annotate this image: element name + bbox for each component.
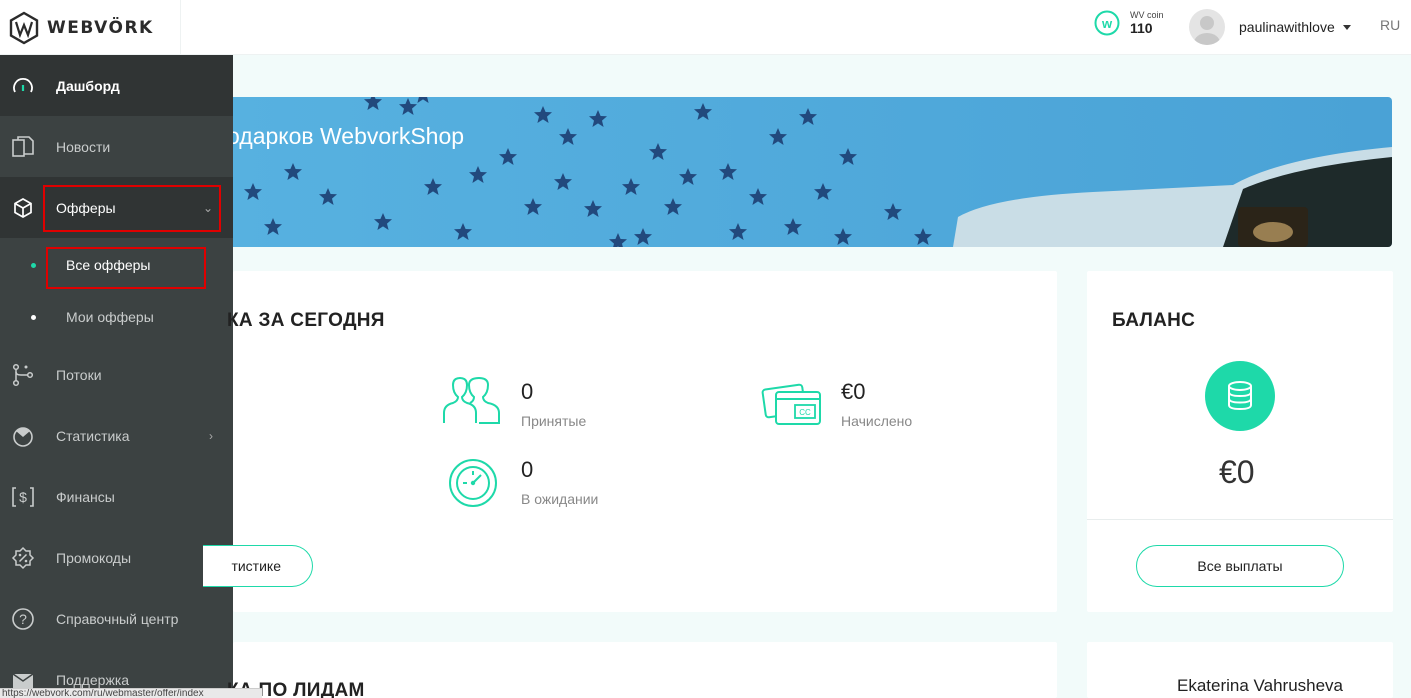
chevron-right-icon: › — [209, 428, 213, 443]
percent-icon — [11, 546, 35, 569]
sidebar-item-label: Справочный центр — [56, 610, 179, 627]
accepted-value: 0 — [521, 379, 534, 404]
sidebar-item-label: Новости — [56, 138, 111, 155]
highlight-box-all-offers — [46, 247, 206, 289]
sidebar-item-news[interactable]: Новости — [0, 116, 233, 177]
users-icon — [443, 377, 500, 424]
sidebar-item-statistics[interactable]: Статистика › — [0, 405, 233, 466]
sidebar-item-label: Потоки — [56, 366, 102, 383]
caret-down-icon[interactable] — [1342, 24, 1351, 30]
top-header: WEBVÖRK w WV coin 110 paulinawithlove RU — [0, 0, 1411, 55]
user-menu[interactable]: paulinawithlove — [1189, 9, 1351, 45]
webvork-logo-icon — [9, 11, 39, 44]
sidebar-item-finance[interactable]: $ Финансы — [0, 466, 233, 527]
link-status-bar: https://webvork.com/ru/webmaster/offer/i… — [0, 688, 262, 698]
avatar[interactable] — [1189, 9, 1225, 45]
coin-label: WV coin — [1130, 10, 1164, 20]
sidebar-item-label: Финансы — [56, 488, 115, 505]
balance-amount: €0 — [1219, 454, 1255, 490]
coin-value: 110 — [1130, 20, 1153, 36]
statistics-button[interactable]: тистике — [203, 545, 313, 587]
balance-divider — [1087, 519, 1393, 520]
svg-text:w: w — [1101, 16, 1113, 31]
brand-name: WEBVÖRK — [47, 17, 154, 38]
sidebar-subitem-my-offers[interactable]: Мои офферы — [0, 291, 233, 343]
flow-icon — [12, 363, 34, 386]
balance-card: БАЛАНС €0 Все выплаты — [1087, 271, 1393, 612]
svg-text:CC: CC — [799, 408, 811, 417]
svg-text:$: $ — [19, 489, 27, 505]
brand-logo[interactable]: WEBVÖRK — [0, 0, 181, 55]
credit-cards-icon: CC — [761, 383, 821, 425]
cube-icon — [14, 197, 32, 218]
sidebar-item-label: Дашборд — [56, 77, 120, 94]
promo-banner[interactable]: одарков WebvorkShop — [233, 97, 1392, 247]
sidebar-item-label: Промокоды — [56, 549, 132, 566]
coins-stack-icon — [1205, 361, 1275, 431]
sidebar-item-dashboard[interactable]: Дашборд — [0, 55, 233, 116]
accepted-label: Принятые — [521, 413, 587, 429]
pie-chart-icon — [13, 426, 33, 447]
stars-decoration-icon — [244, 97, 1392, 247]
gauge-icon — [13, 77, 33, 92]
sidebar-item-label: Поддержка — [56, 671, 130, 688]
leads-stats-card: КА ПО ЛИДАМ — [227, 642, 1057, 698]
accrued-value: €0 — [841, 379, 866, 404]
today-stats-card: КА ЗА СЕГОДНЯ 0 Принятые CC €0 Начислено… — [203, 271, 1057, 612]
dollar-icon: $ — [12, 486, 34, 507]
today-stats-title: КА ЗА СЕГОДНЯ — [227, 310, 385, 331]
username[interactable]: paulinawithlove — [1239, 19, 1335, 35]
sidebar-item-help-center[interactable]: ? Справочный центр — [0, 588, 233, 649]
manager-card: Ekaterina Vahrusheva — [1087, 642, 1393, 698]
sidebar-item-label: Статистика — [56, 427, 130, 444]
accrued-label: Начислено — [841, 413, 913, 429]
all-payouts-button[interactable]: Все выплаты — [1136, 545, 1344, 587]
active-dot-icon — [31, 262, 36, 268]
stopwatch-icon — [449, 459, 497, 507]
wv-coin-icon: w — [1094, 10, 1120, 36]
question-icon: ? — [12, 607, 34, 630]
pending-label: В ожидании — [521, 491, 599, 507]
document-icon — [12, 135, 34, 157]
svg-text:?: ? — [19, 611, 27, 627]
manager-name: Ekaterina Vahrusheva — [1177, 676, 1344, 695]
bullet-dot-icon — [31, 314, 36, 320]
user-silhouette-icon — [1194, 16, 1220, 45]
language-switch[interactable]: RU — [1380, 17, 1400, 33]
sidebar-item-promocodes[interactable]: Промокоды — [0, 527, 233, 588]
pending-value: 0 — [521, 457, 534, 482]
sidebar-item-streams[interactable]: Потоки — [0, 344, 233, 405]
sidebar: Дашборд Новости Офферы ⌄ Все офферы Мои … — [0, 55, 233, 698]
balance-title: БАЛАНС — [1112, 310, 1196, 331]
highlight-box-offers — [43, 185, 221, 232]
sidebar-subitem-label: Мои офферы — [66, 309, 154, 325]
banner-title: одарков WebvorkShop — [233, 123, 465, 149]
wv-coin-widget[interactable]: w WV coin 110 — [1094, 10, 1164, 36]
